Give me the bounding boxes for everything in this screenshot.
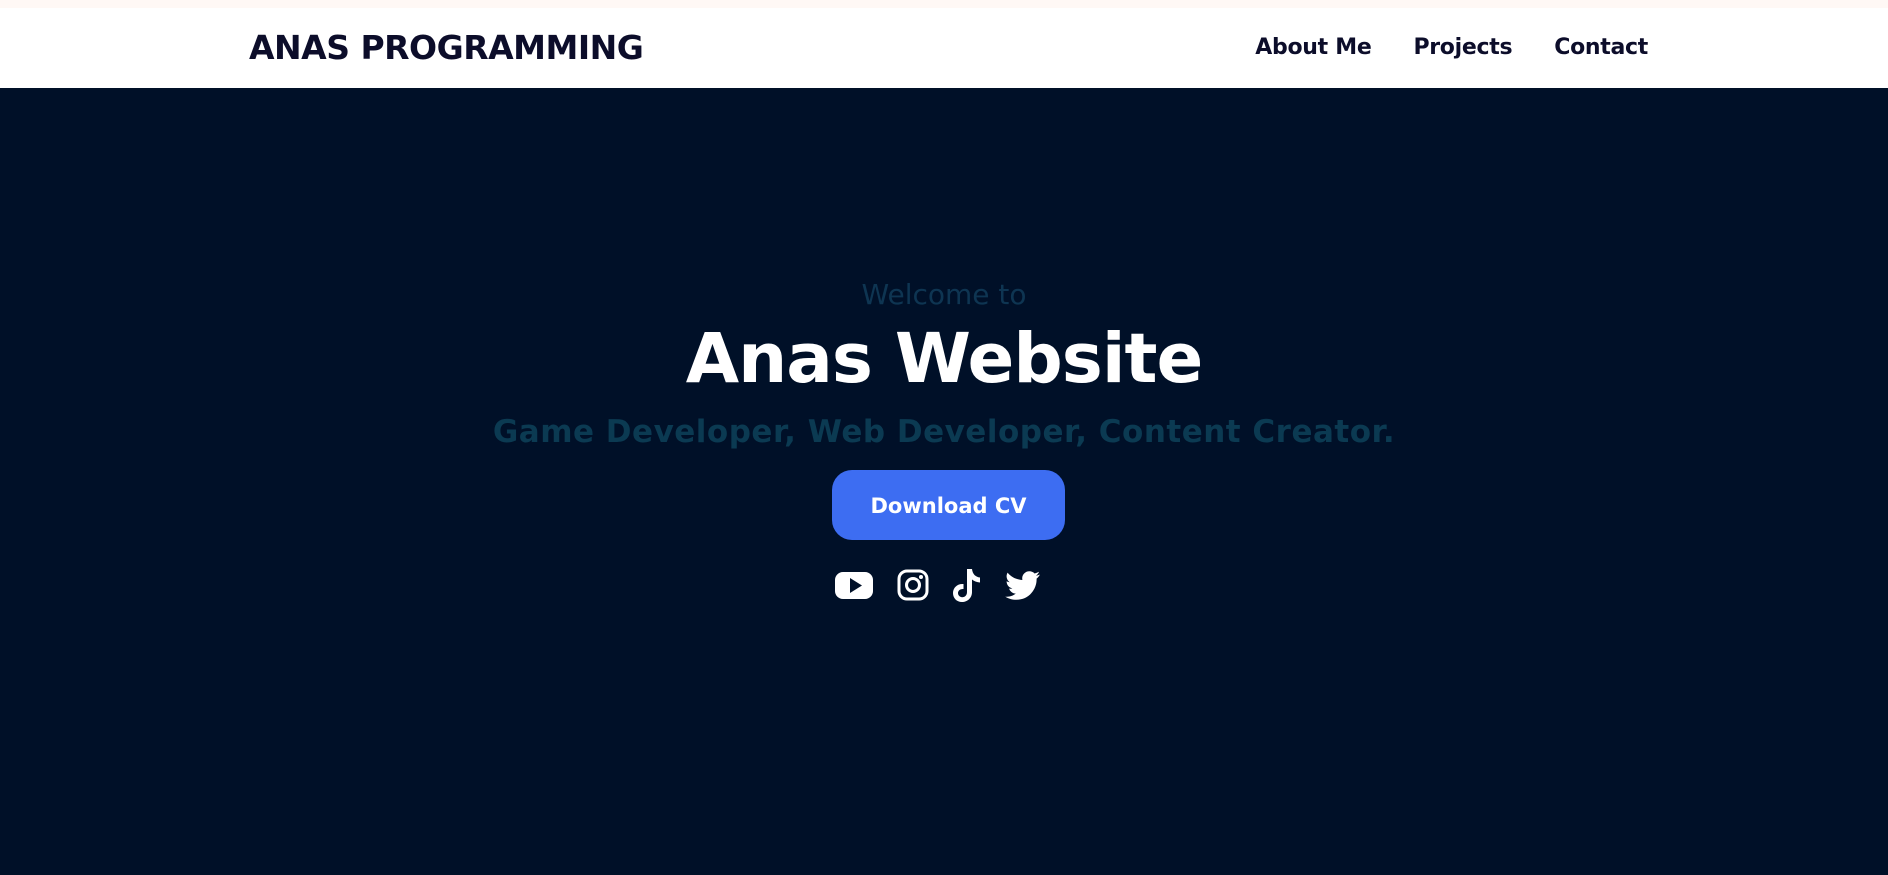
social-links <box>835 565 1045 605</box>
youtube-link[interactable] <box>835 565 873 605</box>
twitter-icon <box>1005 571 1040 600</box>
tiktok-icon <box>953 569 980 602</box>
hero-title: Anas Website <box>685 319 1204 399</box>
youtube-icon <box>835 572 873 599</box>
instagram-icon <box>897 569 929 601</box>
instagram-link[interactable] <box>897 565 929 605</box>
download-cv-button[interactable]: Download CV <box>832 470 1065 540</box>
tiktok-link[interactable] <box>951 565 983 605</box>
hero-subtitle: Game Developer, Web Developer, Content C… <box>492 414 1396 450</box>
nav-link-projects[interactable]: Projects <box>1413 32 1512 64</box>
nav-links: About Me Projects Contact <box>1255 32 1648 64</box>
nav-link-contact[interactable]: Contact <box>1554 32 1648 64</box>
hero-section: Welcome to Anas Website Game Developer, … <box>0 88 1888 875</box>
nav-link-about-me[interactable]: About Me <box>1255 32 1371 64</box>
navbar: ANAS PROGRAMMING About Me Projects Conta… <box>0 8 1888 88</box>
welcome-text: Welcome to <box>861 278 1027 311</box>
twitter-link[interactable] <box>1005 565 1041 605</box>
brand-logo[interactable]: ANAS PROGRAMMING <box>249 26 644 70</box>
top-strip <box>0 0 1888 8</box>
